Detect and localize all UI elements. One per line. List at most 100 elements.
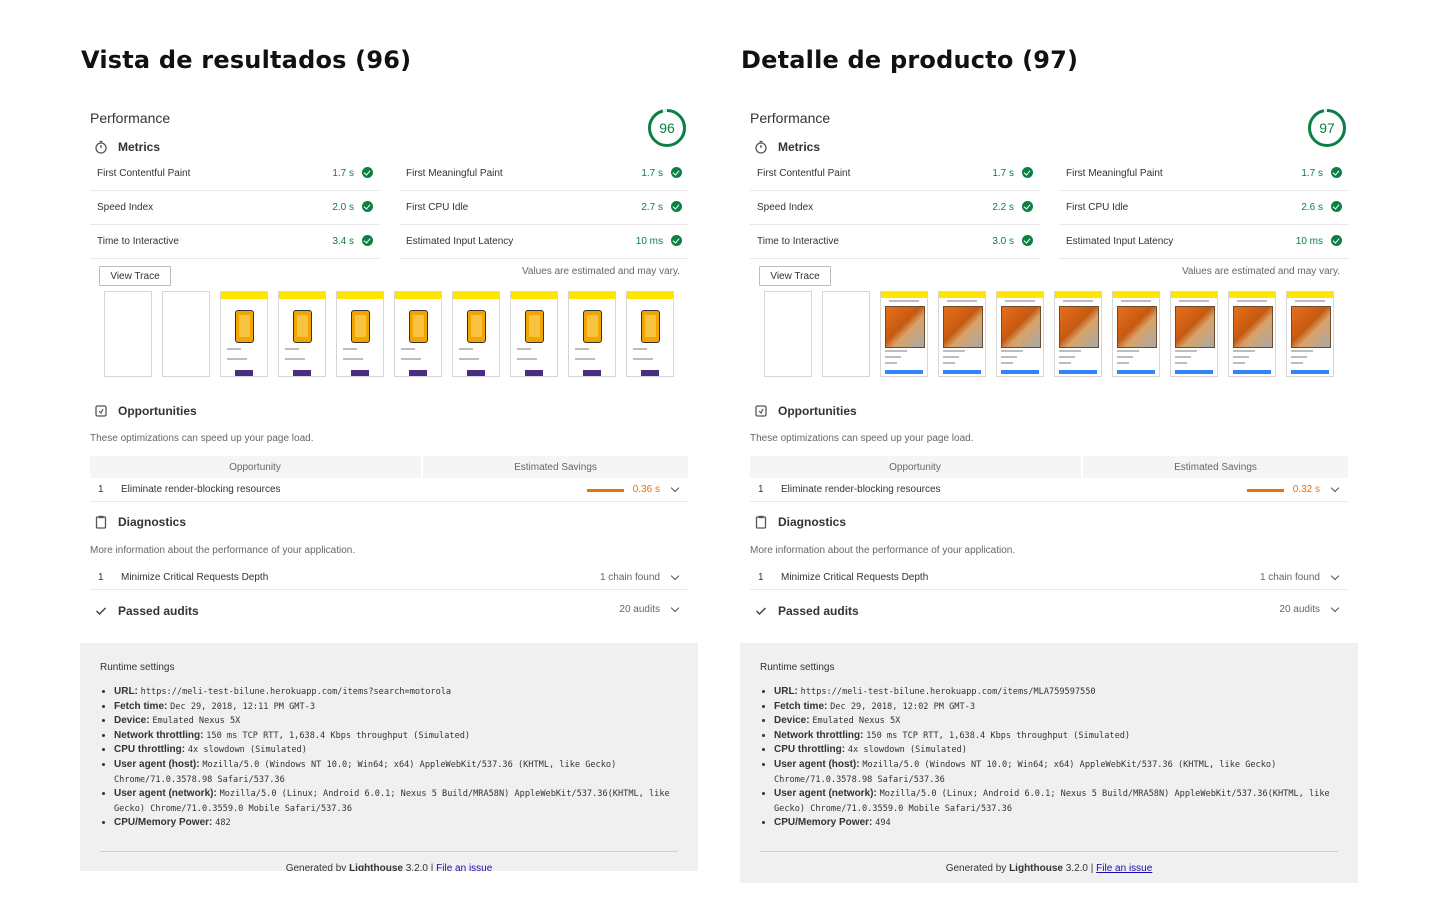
- diagnostic-value: 1 chain found: [599, 572, 660, 583]
- passed-audits-count: 20 audits: [1279, 604, 1320, 615]
- filmstrip-frame: [1054, 291, 1102, 377]
- filmstrip-frame: [996, 291, 1044, 377]
- report-footer: Generated by Lighthouse 3.2.0 | File an …: [740, 863, 1358, 874]
- metric-value: 2.2 s: [992, 202, 1014, 213]
- opportunities-title: Opportunities: [778, 404, 857, 418]
- runtime-device: Device: Emulated Nexus 5X: [114, 714, 674, 729]
- opportunities-table-header: Opportunity Estimated Savings: [90, 456, 688, 478]
- metric-value: 1.7 s: [1301, 168, 1323, 179]
- filmstrip-frame: [278, 291, 326, 377]
- report-footer: Generated by Lighthouse 3.2.0 | File an …: [80, 863, 698, 871]
- check-circle-icon: [1022, 201, 1033, 212]
- footer-generated-by: Generated by: [945, 863, 1007, 874]
- passed-audits-toggle[interactable]: 20 audits: [750, 599, 1348, 621]
- view-trace-button[interactable]: View Trace: [99, 266, 171, 286]
- opportunity-row-render-blocking[interactable]: 1 Eliminate render-blocking resources 0.…: [750, 479, 1348, 502]
- filmstrip-frame: [626, 291, 674, 377]
- metric-label: First Contentful Paint: [757, 168, 851, 179]
- metric-label: First Meaningful Paint: [1066, 168, 1163, 179]
- diagnostics-description: More information about the performance o…: [90, 545, 356, 556]
- filmstrip-frame: [336, 291, 384, 377]
- chevron-down-icon[interactable]: [670, 571, 680, 581]
- clipboard-icon: [92, 513, 110, 531]
- metric-label: Estimated Input Latency: [1066, 236, 1174, 247]
- passed-audits-toggle[interactable]: 20 audits: [90, 599, 688, 621]
- filmstrip-frame: [510, 291, 558, 377]
- filmstrip-frame: [822, 291, 870, 377]
- row-index: 1: [758, 572, 764, 583]
- metric-label: First Meaningful Paint: [406, 168, 503, 179]
- file-an-issue-link[interactable]: File an issue: [1096, 863, 1152, 874]
- page-title: Detalle de producto (97): [741, 46, 1079, 74]
- runtime-settings-title: Runtime settings: [760, 662, 835, 673]
- runtime-user-agent-network: User agent (network): Mozilla/5.0 (Linux…: [774, 787, 1334, 816]
- passed-audits-count: 20 audits: [619, 604, 660, 615]
- filmstrip-frame: [1170, 291, 1218, 377]
- performance-score-gauge: 97: [1307, 108, 1347, 148]
- estimated-values-note: Values are estimated and may vary.: [1181, 266, 1340, 277]
- diagnostic-name: Minimize Critical Requests Depth: [121, 572, 269, 583]
- metric-label: Speed Index: [97, 202, 154, 213]
- performance-score: 97: [1319, 120, 1335, 136]
- filmstrip-frame: [1228, 291, 1276, 377]
- runtime-settings-panel: Runtime settings URL: https://meli-test-…: [740, 643, 1358, 883]
- opportunity-name: Eliminate render-blocking resources: [781, 484, 941, 495]
- runtime-settings-list: URL: https://meli-test-bilune.herokuapp.…: [100, 685, 674, 831]
- runtime-url: URL: https://meli-test-bilune.herokuapp.…: [774, 685, 1334, 700]
- view-trace-button[interactable]: View Trace: [759, 266, 831, 286]
- savings-bar: [1247, 489, 1284, 492]
- estimated-savings-column-header: Estimated Savings: [514, 462, 597, 473]
- diagnostic-row-critical-requests[interactable]: 1 Minimize Critical Requests Depth 1 cha…: [90, 567, 688, 590]
- diagnostic-row-critical-requests[interactable]: 1 Minimize Critical Requests Depth 1 cha…: [750, 567, 1348, 590]
- metric-value: 10 ms: [635, 236, 663, 247]
- check-circle-icon: [671, 201, 682, 212]
- runtime-cpu-throttling: CPU throttling: 4x slowdown (Simulated): [114, 743, 674, 758]
- opportunities-title: Opportunities: [118, 404, 197, 418]
- chevron-down-icon[interactable]: [1330, 603, 1340, 613]
- filmstrip-frame: [568, 291, 616, 377]
- stopwatch-icon: [92, 138, 110, 156]
- chevron-down-icon[interactable]: [1330, 571, 1340, 581]
- filmstrip-frame: [1286, 291, 1334, 377]
- diagnostics-description: More information about the performance o…: [750, 545, 1016, 556]
- metric-value: 2.6 s: [1301, 202, 1323, 213]
- metrics-header: Metrics: [752, 138, 820, 156]
- opportunities-header: Opportunities: [752, 402, 857, 420]
- opportunities-table-header: Opportunity Estimated Savings: [750, 456, 1348, 478]
- metric-label: First Contentful Paint: [97, 168, 191, 179]
- divider: [760, 851, 1338, 852]
- metric-label: First CPU Idle: [1066, 202, 1129, 213]
- metric-first-cpu-idle: First CPU Idle 2.6 s: [1059, 191, 1349, 225]
- metric-value: 3.0 s: [992, 236, 1014, 247]
- footer-version: 3.2.0 |: [405, 863, 434, 871]
- row-index: 1: [98, 484, 104, 495]
- metric-label: Estimated Input Latency: [406, 236, 514, 247]
- chevron-down-icon[interactable]: [670, 483, 680, 493]
- runtime-network-throttling: Network throttling: 150 ms TCP RTT, 1,63…: [774, 729, 1334, 744]
- metric-label: Time to Interactive: [757, 236, 839, 247]
- savings-bar: [587, 489, 624, 492]
- metric-label: Speed Index: [757, 202, 814, 213]
- runtime-settings-list: URL: https://meli-test-bilune.herokuapp.…: [760, 685, 1334, 831]
- file-an-issue-link[interactable]: File an issue: [436, 863, 492, 871]
- filmstrip-frame: [1112, 291, 1160, 377]
- check-circle-icon: [1022, 167, 1033, 178]
- check-circle-icon: [362, 167, 373, 178]
- metric-time-to-interactive: Time to Interactive 3.4 s: [90, 225, 380, 259]
- filmstrip-frame: [220, 291, 268, 377]
- opportunity-icon: [752, 402, 770, 420]
- check-circle-icon: [1331, 201, 1342, 212]
- page-title: Vista de resultados (96): [81, 46, 412, 74]
- check-circle-icon: [671, 235, 682, 246]
- metric-value: 1.7 s: [641, 168, 663, 179]
- opportunity-row-render-blocking[interactable]: 1 Eliminate render-blocking resources 0.…: [90, 479, 688, 502]
- clipboard-icon: [752, 513, 770, 531]
- chevron-down-icon[interactable]: [670, 603, 680, 613]
- filmstrip-frame: [394, 291, 442, 377]
- metric-first-meaningful-paint: First Meaningful Paint 1.7 s: [399, 157, 689, 191]
- performance-score-gauge: 96: [647, 108, 687, 148]
- footer-version: 3.2.0 |: [1065, 863, 1094, 874]
- metric-first-contentful-paint: First Contentful Paint 1.7 s: [750, 157, 1040, 191]
- chevron-down-icon[interactable]: [1330, 483, 1340, 493]
- opportunities-header: Opportunities: [92, 402, 197, 420]
